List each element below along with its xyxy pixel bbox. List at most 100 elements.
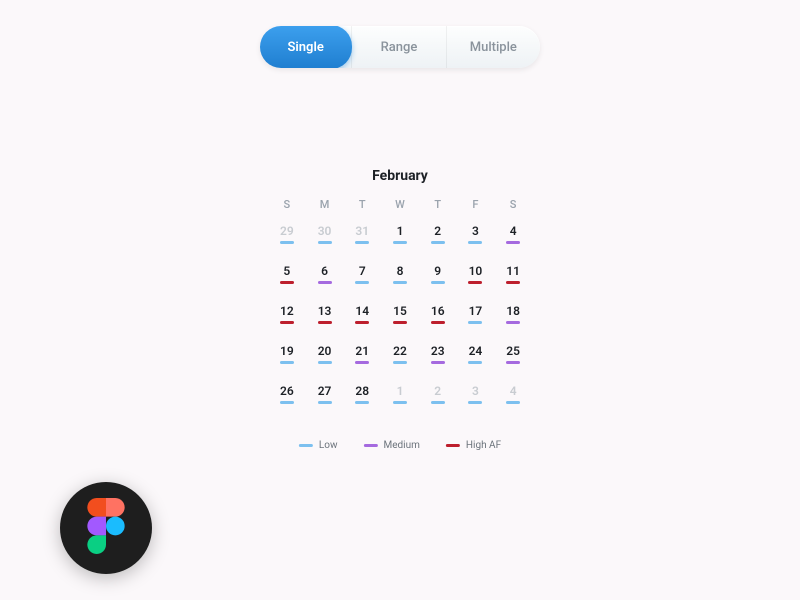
intensity-indicator bbox=[431, 361, 445, 364]
intensity-indicator bbox=[318, 361, 332, 364]
intensity-indicator bbox=[468, 321, 482, 324]
day-number: 1 bbox=[397, 225, 404, 237]
day-number: 26 bbox=[280, 385, 294, 397]
intensity-indicator bbox=[280, 321, 294, 324]
intensity-indicator bbox=[393, 281, 407, 284]
legend-label: High AF bbox=[466, 440, 501, 451]
calendar-day[interactable]: 17 bbox=[459, 305, 493, 331]
calendar-day: 2 bbox=[421, 385, 455, 411]
calendar-day[interactable]: 24 bbox=[459, 345, 493, 371]
calendar-day[interactable]: 2 bbox=[421, 225, 455, 251]
calendar-day: 1 bbox=[383, 385, 417, 411]
intensity-indicator bbox=[318, 281, 332, 284]
calendar-day[interactable]: 25 bbox=[496, 345, 530, 371]
day-number: 23 bbox=[431, 345, 445, 357]
legend-item: High AF bbox=[446, 440, 501, 451]
day-number: 1 bbox=[397, 385, 404, 397]
calendar-day[interactable]: 8 bbox=[383, 265, 417, 291]
calendar-day: 4 bbox=[496, 385, 530, 411]
calendar-day: 29 bbox=[270, 225, 304, 251]
day-number: 24 bbox=[469, 345, 483, 357]
calendar-grid: SMTWTFS293031123456789101112131415161718… bbox=[270, 198, 530, 411]
calendar-day[interactable]: 23 bbox=[421, 345, 455, 371]
calendar-day[interactable]: 21 bbox=[345, 345, 379, 371]
day-number: 5 bbox=[283, 265, 290, 277]
intensity-indicator bbox=[280, 241, 294, 244]
intensity-indicator bbox=[431, 281, 445, 284]
day-number: 18 bbox=[506, 305, 520, 317]
tab-multiple[interactable]: Multiple bbox=[446, 26, 540, 68]
intensity-indicator bbox=[506, 281, 520, 284]
calendar-day[interactable]: 20 bbox=[308, 345, 342, 371]
intensity-indicator bbox=[468, 361, 482, 364]
mode-segmented-control[interactable]: Single Range Multiple bbox=[260, 26, 540, 68]
day-number: 6 bbox=[321, 265, 328, 277]
legend-label: Medium bbox=[383, 440, 419, 451]
day-number: 20 bbox=[318, 345, 332, 357]
intensity-indicator bbox=[355, 401, 369, 404]
day-number: 21 bbox=[355, 345, 369, 357]
calendar-day[interactable]: 16 bbox=[421, 305, 455, 331]
day-number: 3 bbox=[472, 385, 479, 397]
calendar-day[interactable]: 26 bbox=[270, 385, 304, 411]
intensity-indicator bbox=[280, 361, 294, 364]
calendar-day[interactable]: 3 bbox=[459, 225, 493, 251]
calendar-day[interactable]: 4 bbox=[496, 225, 530, 251]
calendar-day[interactable]: 18 bbox=[496, 305, 530, 331]
weekday-header: M bbox=[308, 198, 342, 211]
day-number: 28 bbox=[355, 385, 369, 397]
figma-badge[interactable] bbox=[60, 482, 152, 574]
weekday-header: S bbox=[270, 198, 304, 211]
calendar-day[interactable]: 19 bbox=[270, 345, 304, 371]
legend-label: Low bbox=[319, 440, 338, 451]
calendar-day[interactable]: 27 bbox=[308, 385, 342, 411]
calendar-day[interactable]: 10 bbox=[459, 265, 493, 291]
calendar-day[interactable]: 1 bbox=[383, 225, 417, 251]
weekday-header: W bbox=[383, 198, 417, 211]
calendar-day[interactable]: 9 bbox=[421, 265, 455, 291]
day-number: 15 bbox=[393, 305, 407, 317]
legend: Low Medium High AF bbox=[299, 440, 501, 451]
calendar-day[interactable]: 14 bbox=[345, 305, 379, 331]
calendar: February SMTWTFS293031123456789101112131… bbox=[270, 168, 530, 411]
tab-single[interactable]: Single bbox=[260, 26, 352, 68]
tab-range[interactable]: Range bbox=[351, 26, 445, 68]
intensity-indicator bbox=[393, 401, 407, 404]
day-number: 13 bbox=[318, 305, 332, 317]
intensity-indicator bbox=[506, 401, 520, 404]
calendar-day[interactable]: 22 bbox=[383, 345, 417, 371]
calendar-day[interactable]: 7 bbox=[345, 265, 379, 291]
day-number: 27 bbox=[318, 385, 332, 397]
intensity-indicator bbox=[431, 401, 445, 404]
intensity-indicator bbox=[318, 241, 332, 244]
day-number: 8 bbox=[397, 265, 404, 277]
calendar-day[interactable]: 6 bbox=[308, 265, 342, 291]
calendar-day: 3 bbox=[459, 385, 493, 411]
weekday-header: T bbox=[345, 198, 379, 211]
intensity-indicator bbox=[506, 321, 520, 324]
intensity-indicator bbox=[318, 321, 332, 324]
day-number: 7 bbox=[359, 265, 366, 277]
intensity-indicator bbox=[431, 241, 445, 244]
intensity-indicator bbox=[393, 361, 407, 364]
intensity-indicator bbox=[506, 361, 520, 364]
day-number: 11 bbox=[506, 265, 520, 277]
calendar-day[interactable]: 5 bbox=[270, 265, 304, 291]
calendar-day[interactable]: 28 bbox=[345, 385, 379, 411]
legend-item: Low bbox=[299, 440, 338, 451]
intensity-indicator bbox=[393, 321, 407, 324]
calendar-day[interactable]: 12 bbox=[270, 305, 304, 331]
intensity-indicator bbox=[393, 241, 407, 244]
legend-item: Medium bbox=[363, 440, 419, 451]
calendar-day[interactable]: 15 bbox=[383, 305, 417, 331]
day-number: 19 bbox=[280, 345, 294, 357]
legend-swatch bbox=[446, 444, 460, 447]
weekday-header: F bbox=[459, 198, 493, 211]
calendar-day[interactable]: 11 bbox=[496, 265, 530, 291]
day-number: 9 bbox=[434, 265, 441, 277]
intensity-indicator bbox=[468, 241, 482, 244]
weekday-header: T bbox=[421, 198, 455, 211]
intensity-indicator bbox=[355, 361, 369, 364]
day-number: 22 bbox=[393, 345, 407, 357]
calendar-day[interactable]: 13 bbox=[308, 305, 342, 331]
